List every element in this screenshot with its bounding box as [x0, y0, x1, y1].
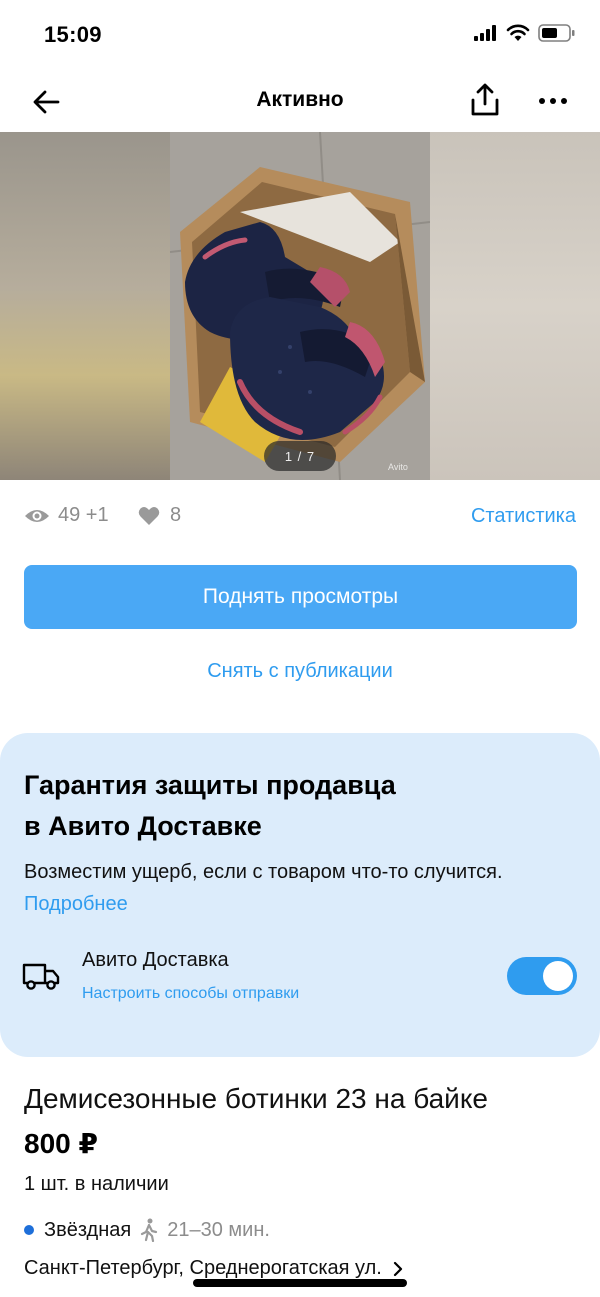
wifi-icon — [506, 24, 530, 41]
protection-title-line1: Гарантия защиты продавца — [24, 770, 396, 800]
gallery-watermark: Avito — [388, 462, 408, 472]
address-text: Санкт-Петербург, Среднерогатская ул. — [24, 1257, 382, 1279]
home-indicator[interactable] — [193, 1279, 407, 1287]
likes-count: 8 — [170, 504, 182, 526]
likes-stat: 8 — [138, 504, 181, 527]
protection-description: Возместим ущерб, если с товаром что-то с… — [24, 856, 584, 920]
heart-icon — [138, 506, 160, 525]
share-icon — [471, 83, 499, 116]
status-icons — [474, 24, 576, 42]
chevron-right-icon — [393, 1261, 402, 1276]
product-photo[interactable] — [170, 132, 430, 480]
battery-icon — [538, 24, 575, 42]
stats-row: 49 +1 8 Статистика — [24, 500, 576, 534]
protection-title-line2: в Авито Доставке — [24, 811, 262, 841]
eye-icon — [25, 509, 49, 522]
views-count: 49 +1 — [58, 504, 109, 526]
status-bar: 15:09 — [0, 0, 600, 70]
views-stat: 49 +1 — [24, 504, 109, 527]
toggle-knob — [543, 961, 573, 991]
metro-row: Звёздная 21–30 мин. — [24, 1218, 270, 1242]
delivery-title: Авито Доставка — [82, 949, 229, 971]
page-title: Активно — [256, 88, 344, 111]
statistics-link[interactable]: Статистика — [471, 505, 576, 528]
photo-gallery[interactable]: 1 / 7 Avito — [0, 132, 600, 480]
protection-title: Гарантия защиты продавца в Авито Доставк… — [24, 765, 564, 847]
item-price: 800 ₽ — [24, 1128, 98, 1159]
metro-walk-time: 21–30 мин. — [167, 1218, 270, 1241]
delivery-settings-link[interactable]: Настроить способы отправки — [82, 985, 299, 1003]
gallery-blur-left — [0, 132, 170, 480]
raise-views-button[interactable]: Поднять просмотры — [24, 565, 577, 629]
protection-description-text: Возместим ущерб, если с товаром что-то с… — [24, 861, 503, 883]
metro-station: Звёздная — [44, 1218, 132, 1241]
more-dots-icon — [539, 98, 567, 104]
walking-icon — [141, 1218, 158, 1242]
status-time: 15:09 — [44, 22, 102, 47]
item-title: Демисезонные ботинки 23 на байке — [24, 1083, 488, 1114]
address-link[interactable]: Санкт-Петербург, Среднерогатская ул. — [24, 1257, 404, 1280]
metro-line-dot — [24, 1225, 34, 1235]
item-stock: 1 шт. в наличии — [24, 1173, 169, 1195]
gallery-counter: 1 / 7 — [264, 441, 336, 471]
share-button[interactable] — [468, 82, 502, 118]
delivery-toggle[interactable] — [507, 957, 577, 995]
gallery-blur-right — [430, 132, 600, 480]
nav-bar: Активно — [0, 70, 600, 132]
more-info-link[interactable]: Подробнее — [24, 893, 128, 915]
truck-icon — [22, 963, 60, 990]
seller-protection-card: Гарантия защиты продавца в Авито Доставк… — [0, 733, 600, 1057]
unpublish-link[interactable]: Снять с публикации — [0, 660, 600, 683]
signal-icon — [474, 25, 496, 41]
more-button[interactable] — [536, 88, 570, 114]
boots-in-box-image — [170, 132, 430, 480]
